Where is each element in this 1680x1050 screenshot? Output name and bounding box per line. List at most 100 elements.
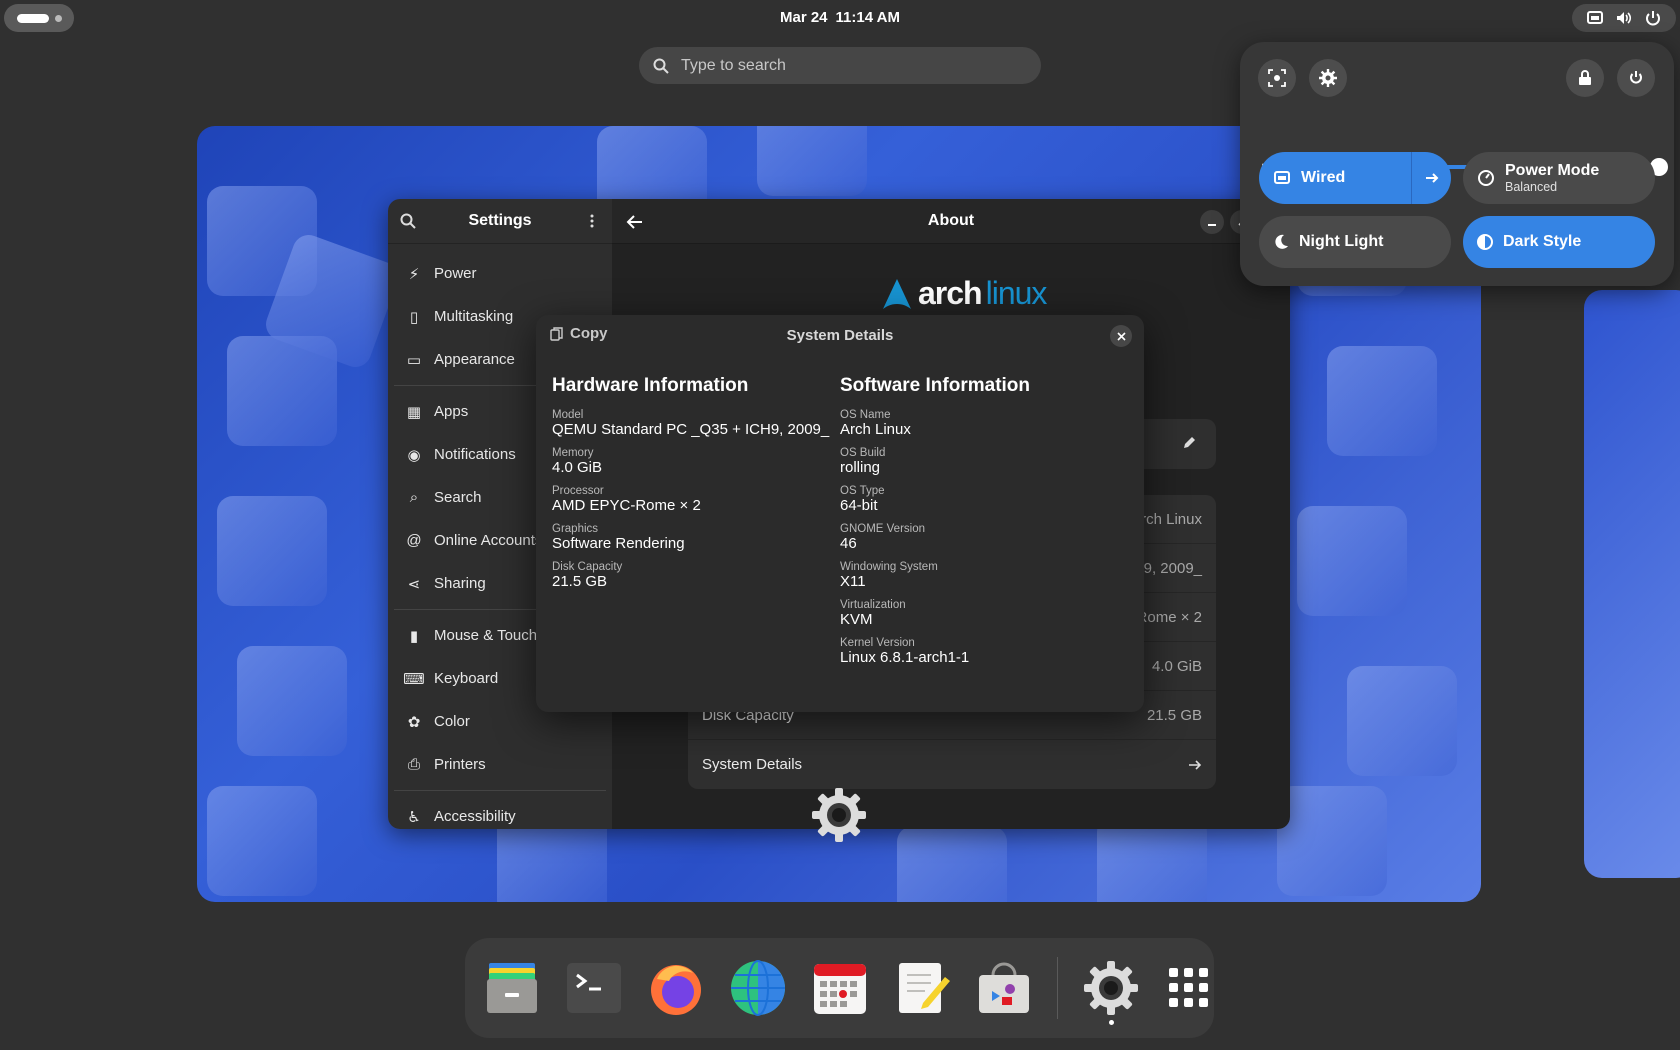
screenshot-button[interactable] — [1258, 59, 1296, 97]
search-icon — [653, 58, 669, 74]
arrow-right-icon — [1189, 759, 1202, 770]
hardware-column: Hardware Information Model QEMU Standard … — [552, 375, 840, 675]
close-icon — [1116, 331, 1126, 341]
next-workspace-thumbnail[interactable] — [1584, 290, 1680, 878]
terminal-app[interactable] — [565, 959, 623, 1017]
sidebar-item-label: Appearance — [434, 351, 515, 368]
sidebar-item-printers[interactable]: ⎙ Printers — [388, 743, 612, 786]
volume-icon — [1616, 12, 1632, 24]
gear-icon — [1319, 69, 1337, 87]
top-bar: Mar 24 11:14 AM — [0, 0, 1680, 34]
web-browser-icon — [731, 960, 785, 1016]
field-disk-capacity: Disk Capacity 21.5 GB — [552, 561, 623, 590]
copy-button[interactable]: Copy — [550, 325, 608, 342]
files-app[interactable] — [483, 959, 541, 1017]
sharing-icon: ⋖ — [407, 575, 421, 593]
calendar-icon — [814, 964, 866, 1014]
network-wired-icon — [1274, 171, 1290, 184]
field-virtualization: Virtualization KVM — [840, 599, 906, 628]
sidebar-item-accessibility[interactable]: ♿ Accessibility — [388, 795, 612, 829]
field-os-build: OS Build rolling — [840, 447, 886, 476]
edit-icon[interactable] — [1182, 436, 1196, 450]
night-light-toggle[interactable]: Night Light — [1259, 216, 1451, 268]
power-mode-toggle[interactable]: Power Mode Balanced — [1463, 152, 1655, 204]
sidebar-separator — [394, 790, 606, 791]
color-icon: ✿ — [407, 713, 421, 731]
apps-icon: ▦ — [406, 403, 422, 421]
settings-app-icon — [812, 788, 866, 842]
arch-linux-logo: arch linux — [880, 275, 1047, 312]
dark-style-toggle[interactable]: Dark Style — [1463, 216, 1655, 268]
screenshot-icon — [1268, 69, 1286, 87]
text-editor-icon — [899, 963, 950, 1013]
system-menu-button[interactable] — [1572, 4, 1676, 32]
field-windowing-system: Windowing System X11 — [840, 561, 938, 590]
sidebar-item-label: Notifications — [434, 446, 516, 463]
firefox-icon — [651, 965, 701, 1015]
sidebar-item-label: Printers — [434, 756, 486, 773]
sidebar-item-label: Keyboard — [434, 670, 499, 687]
settings-icon — [1083, 961, 1138, 1015]
power-mode-value: Balanced — [1505, 180, 1558, 194]
software-app[interactable] — [975, 959, 1033, 1017]
printer-icon: ⎙ — [407, 756, 420, 773]
software-icon — [979, 962, 1029, 1013]
wired-label: Wired — [1301, 169, 1346, 186]
search-input[interactable] — [681, 56, 1001, 75]
firefox-app[interactable] — [647, 959, 705, 1017]
files-icon — [487, 963, 537, 1013]
field-kernel-version: Kernel Version Linux 6.8.1-arch1-1 — [840, 637, 970, 666]
menu-icon[interactable] — [584, 213, 600, 229]
appearance-icon: ▭ — [406, 351, 422, 369]
lock-icon — [1579, 70, 1591, 85]
dark-style-icon — [1477, 234, 1493, 250]
activities-button[interactable] — [4, 4, 74, 32]
power-mode-label: Power Mode — [1505, 162, 1600, 179]
power-icon — [1646, 11, 1661, 26]
keyboard-icon: ⌨ — [403, 670, 425, 688]
wired-toggle[interactable]: Wired — [1259, 152, 1451, 204]
close-button[interactable] — [1110, 325, 1132, 347]
field-os-type: OS Type 64-bit — [840, 485, 885, 514]
back-arrow-icon[interactable] — [624, 211, 646, 233]
copy-label: Copy — [570, 325, 608, 342]
field-model: Model QEMU Standard PC _Q35 + ICH9, 2009_ — [552, 409, 830, 438]
software-heading: Software Information — [840, 375, 1031, 396]
sidebar-item-label: Search — [434, 489, 482, 506]
lock-button[interactable] — [1566, 59, 1604, 97]
power-mode-icon — [1478, 170, 1494, 186]
sidebar-item-label: Apps — [434, 403, 469, 420]
text-editor-app[interactable] — [893, 959, 951, 1017]
arch-logo-icon — [883, 278, 911, 309]
system-details-row[interactable]: System Details — [688, 740, 1216, 789]
clock[interactable]: Mar 24 11:14 AM — [780, 9, 900, 26]
app-grid-button[interactable] — [1164, 959, 1214, 1017]
field-os-name: OS Name Arch Linux — [840, 409, 911, 438]
settings-button[interactable] — [1309, 59, 1347, 97]
sidebar-item-power[interactable]: ⚡ Power — [388, 252, 612, 295]
app-grid-icon — [1168, 968, 1208, 1007]
clock-time: 11:14 AM — [835, 8, 900, 26]
settings-app[interactable] — [1082, 959, 1140, 1025]
dark-style-label: Dark Style — [1503, 233, 1582, 250]
terminal-icon — [567, 963, 621, 1013]
mouse-icon: ▮ — [409, 627, 419, 645]
dialog-header: Copy System Details — [536, 315, 1144, 355]
minimize-button[interactable] — [1200, 210, 1224, 234]
power-button[interactable] — [1617, 59, 1655, 97]
wired-menu-button[interactable] — [1411, 152, 1451, 204]
field-graphics: Graphics Software Rendering — [552, 523, 685, 552]
workspace-indicator — [54, 14, 62, 22]
field-gnome-version: GNOME Version 46 — [840, 523, 925, 552]
overview-search-entry[interactable] — [639, 47, 1041, 84]
sidebar-item-label: Power — [434, 265, 477, 282]
workspace-indicator-active — [16, 13, 49, 23]
field-memory: Memory 4.0 GiB — [552, 447, 603, 476]
system-details-dialog[interactable]: Copy System Details Hardware Information… — [536, 315, 1144, 712]
calendar-app[interactable] — [811, 959, 869, 1017]
search-icon: ⌕ — [409, 489, 419, 506]
clock-date: Mar 24 — [779, 8, 828, 26]
hardware-heading: Hardware Information — [552, 375, 749, 396]
web-browser-app[interactable] — [729, 959, 787, 1017]
search-icon[interactable] — [400, 213, 416, 229]
